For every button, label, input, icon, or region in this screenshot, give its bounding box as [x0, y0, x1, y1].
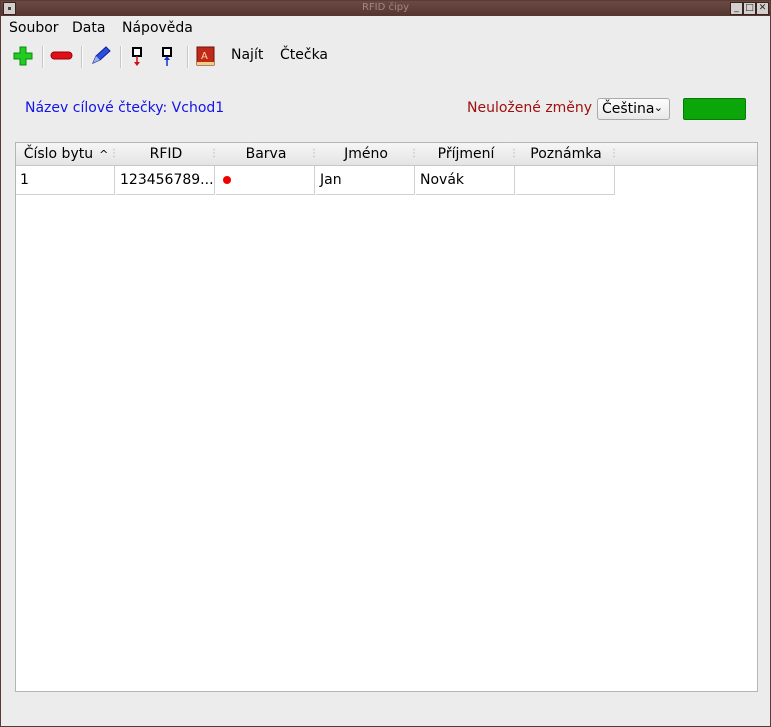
find-button[interactable]: Najít — [231, 47, 263, 63]
cell-color[interactable] — [216, 166, 315, 195]
language-select[interactable]: Čeština ⌄ — [597, 98, 670, 120]
table-header: Číslo bytu ^ RFID Barva Jméno Příjmení Po… — [16, 143, 757, 166]
unsaved-changes-label: Neuložené změny — [467, 100, 593, 116]
menu-data[interactable]: Data — [72, 20, 105, 36]
cell-first-name[interactable]: Jan — [316, 166, 415, 195]
cell-apartment[interactable]: 1 — [16, 166, 115, 195]
column-header-color[interactable]: Barva — [216, 143, 319, 165]
edit-button[interactable] — [87, 42, 115, 70]
sort-ascending-icon: ^ — [99, 148, 109, 161]
cell-last-name[interactable]: Novák — [416, 166, 515, 195]
column-header-last-name[interactable]: Příjmení — [416, 143, 519, 165]
book-icon: A — [196, 46, 215, 66]
column-header-label: Číslo bytu — [23, 146, 94, 162]
app-window: RFID čipy _ □ ✕ Soubor Data Nápověda A N… — [0, 0, 771, 727]
column-header-apartment[interactable]: Číslo bytu ^ — [16, 143, 119, 165]
remove-icon — [50, 51, 73, 60]
add-button[interactable] — [9, 42, 37, 70]
dictionary-button[interactable]: A — [193, 42, 219, 70]
cell-rfid[interactable]: 123456789... — [116, 166, 215, 195]
reader-button[interactable]: Čtečka — [280, 47, 328, 63]
title-bar[interactable]: RFID čipy _ □ ✕ — [1, 1, 770, 16]
menu-napoveda[interactable]: Nápověda — [122, 20, 193, 36]
column-header-rfid[interactable]: RFID — [116, 143, 219, 165]
menu-bar: Soubor Data Nápověda — [1, 16, 770, 40]
chevron-down-icon: ⌄ — [653, 101, 663, 114]
chips-table[interactable]: Číslo bytu ^ RFID Barva Jméno Příjmení Po… — [15, 142, 758, 692]
export-button[interactable] — [155, 42, 181, 70]
add-icon — [13, 46, 33, 66]
export-icon — [162, 47, 172, 66]
language-value: Čeština — [602, 101, 655, 117]
close-icon[interactable]: ✕ — [756, 2, 769, 15]
column-header-first-name[interactable]: Jméno — [316, 143, 419, 165]
maximize-icon[interactable]: □ — [743, 2, 756, 15]
svg-text:A: A — [201, 51, 208, 62]
status-indicator[interactable] — [683, 98, 746, 120]
menu-soubor[interactable]: Soubor — [9, 20, 59, 36]
window-title: RFID čipy — [361, 2, 410, 13]
target-reader-label: Název cílové čtečky: Vchod1 — [25, 100, 225, 116]
import-icon — [132, 47, 142, 66]
column-header-note[interactable]: Poznámka — [516, 143, 619, 165]
cell-note[interactable] — [516, 166, 615, 195]
color-dot-icon — [223, 176, 231, 184]
minimize-icon[interactable]: _ — [730, 2, 743, 15]
remove-button[interactable] — [48, 42, 76, 70]
import-button[interactable] — [125, 42, 151, 70]
toolbar: A Najít Čtečka — [1, 42, 770, 72]
edit-icon — [92, 46, 111, 64]
